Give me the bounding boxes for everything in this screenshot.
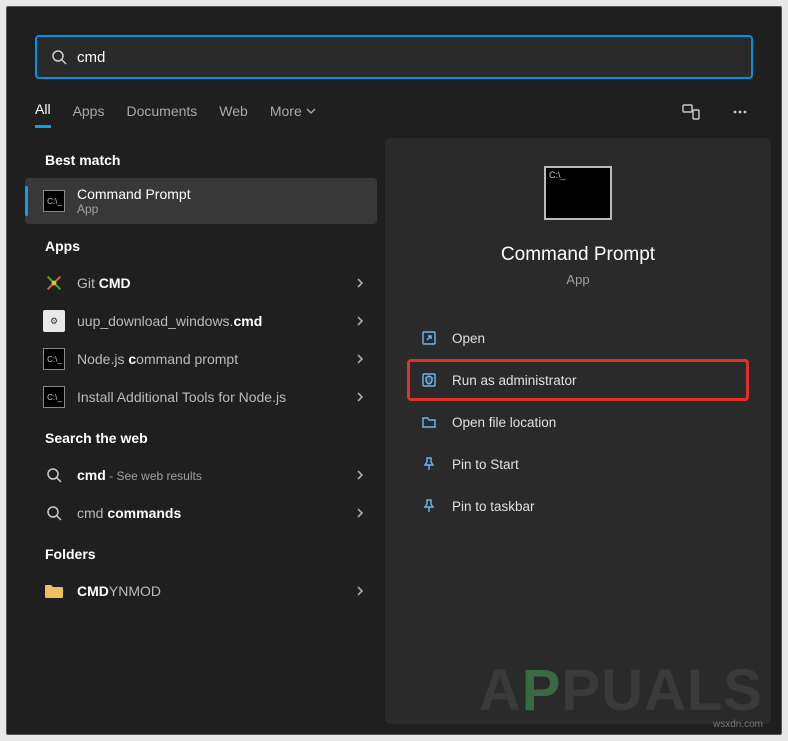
result-web-cmd[interactable]: cmd - See web results (25, 456, 377, 494)
attribution-text: wsxdn.com (713, 719, 763, 730)
result-title: cmd commands (77, 505, 343, 521)
search-input[interactable] (77, 49, 737, 66)
folder-open-icon (420, 414, 438, 430)
result-git-cmd[interactable]: Git CMD (25, 264, 377, 302)
overflow-menu-icon[interactable] (727, 99, 753, 125)
windows-search-window: All Apps Documents Web More Best match C… (6, 6, 782, 735)
section-folders-title: Folders (25, 532, 377, 572)
detail-pane: C:\_ Command Prompt App Open Run as admi… (385, 138, 771, 724)
open-icon (420, 330, 438, 346)
result-uup-download[interactable]: ⚙ uup_download_windows.cmd (25, 302, 377, 340)
tab-more-label: More (270, 103, 302, 119)
chevron-right-icon (355, 276, 365, 290)
result-title: Git CMD (77, 275, 343, 291)
search-icon (51, 49, 67, 65)
result-title: CMDYNMOD (77, 583, 343, 599)
chevron-right-icon (355, 584, 365, 598)
action-label: Open (452, 331, 485, 346)
chevron-right-icon (355, 468, 365, 482)
result-web-cmd-commands[interactable]: cmd commands (25, 494, 377, 532)
result-title: Node.js command prompt (77, 351, 343, 367)
filter-tabs: All Apps Documents Web More (7, 85, 781, 128)
detail-subtitle: App (566, 272, 589, 287)
cmd-large-icon: C:\_ (544, 166, 612, 220)
action-open[interactable]: Open (407, 317, 749, 359)
script-icon: ⚙ (43, 310, 65, 332)
results-pane: Best match C:\_ Command Prompt App Apps … (25, 138, 377, 724)
pin-icon (420, 456, 438, 472)
result-title: Install Additional Tools for Node.js (77, 389, 343, 405)
action-run-as-admin[interactable]: Run as administrator (407, 359, 749, 401)
chevron-right-icon (355, 390, 365, 404)
tab-more[interactable]: More (270, 97, 316, 127)
detail-actions: Open Run as administrator Open file loca… (407, 317, 749, 527)
chevron-down-icon (306, 106, 316, 116)
action-label: Pin to Start (452, 457, 519, 472)
search-icon (43, 502, 65, 524)
result-title: Command Prompt (77, 186, 365, 202)
git-icon (43, 272, 65, 294)
action-label: Pin to taskbar (452, 499, 535, 514)
cmd-icon: C:\_ (43, 190, 65, 212)
tab-documents[interactable]: Documents (126, 97, 197, 127)
admin-shield-icon (420, 372, 438, 388)
search-icon (43, 464, 65, 486)
action-pin-to-start[interactable]: Pin to Start (407, 443, 749, 485)
folder-icon (43, 580, 65, 602)
tab-apps[interactable]: Apps (73, 97, 105, 127)
action-open-file-location[interactable]: Open file location (407, 401, 749, 443)
result-title: uup_download_windows.cmd (77, 313, 343, 329)
chevron-right-icon (355, 314, 365, 328)
section-best-match-title: Best match (25, 138, 377, 178)
result-nodejs-prompt[interactable]: C:\_ Node.js command prompt (25, 340, 377, 378)
tab-all[interactable]: All (35, 95, 51, 128)
result-title: cmd - See web results (77, 467, 343, 483)
connect-devices-icon[interactable] (677, 98, 705, 126)
cmd-icon: C:\_ (43, 348, 65, 370)
section-apps-title: Apps (25, 224, 377, 264)
action-label: Run as administrator (452, 373, 577, 388)
result-subtitle: App (77, 202, 365, 216)
section-web-title: Search the web (25, 416, 377, 456)
tab-web[interactable]: Web (219, 97, 248, 127)
result-install-tools[interactable]: C:\_ Install Additional Tools for Node.j… (25, 378, 377, 416)
detail-title: Command Prompt (501, 244, 655, 266)
chevron-right-icon (355, 352, 365, 366)
action-pin-to-taskbar[interactable]: Pin to taskbar (407, 485, 749, 527)
search-bar[interactable] (35, 35, 753, 79)
cmd-icon: C:\_ (43, 386, 65, 408)
action-label: Open file location (452, 415, 556, 430)
pin-icon (420, 498, 438, 514)
chevron-right-icon (355, 506, 365, 520)
result-folder-cmdynmod[interactable]: CMDYNMOD (25, 572, 377, 610)
result-command-prompt[interactable]: C:\_ Command Prompt App (25, 178, 377, 224)
